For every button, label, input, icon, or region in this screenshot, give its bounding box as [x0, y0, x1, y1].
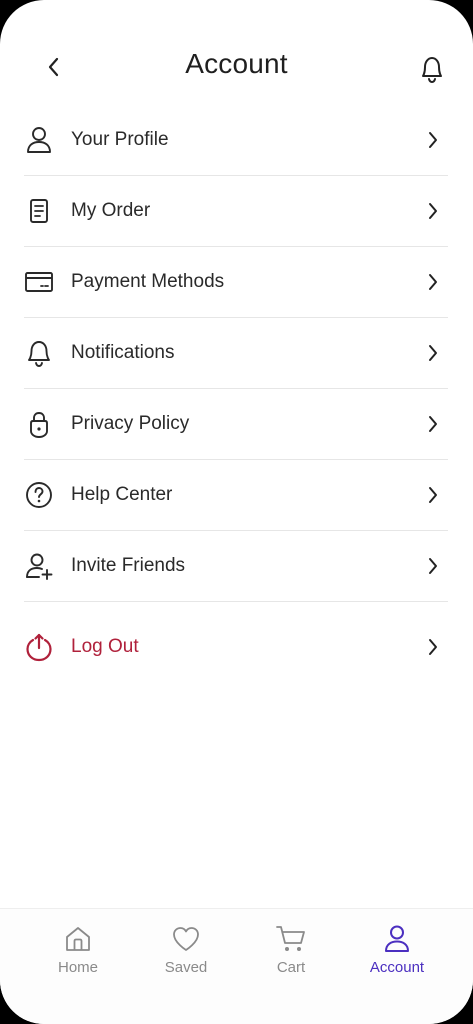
menu-item-label: Payment Methods — [71, 271, 225, 292]
user-plus-icon — [24, 551, 54, 581]
logout-button[interactable]: Log Out — [24, 612, 448, 682]
chevron-right-icon — [424, 128, 442, 152]
tab-label: Saved — [164, 959, 208, 976]
tab-label: Home — [57, 959, 98, 976]
cart-icon — [241, 923, 341, 955]
chevron-right-icon — [424, 554, 442, 578]
menu-item-label: Invite Friends — [71, 555, 186, 576]
menu-item-help-center[interactable]: Help Center — [24, 460, 448, 531]
app-header: Account — [0, 38, 473, 98]
account-menu: Your Profile My Order Payment Methods No… — [24, 105, 448, 682]
tab-home[interactable]: Home — [28, 923, 128, 983]
menu-item-label: Notifications — [71, 342, 175, 363]
bell-icon — [422, 57, 442, 84]
account-screen: Account Your Profile My Order Payment Me… — [0, 0, 473, 1024]
menu-item-my-order[interactable]: My Order — [24, 176, 448, 247]
page-title: Account — [185, 48, 288, 79]
menu-item-label: My Order — [71, 200, 151, 221]
menu-item-payment-methods[interactable]: Payment Methods — [24, 247, 448, 318]
chevron-right-icon — [424, 341, 442, 365]
chevron-right-icon — [424, 199, 442, 223]
tab-label: Account — [369, 959, 425, 976]
card-icon — [24, 267, 54, 297]
menu-item-privacy-policy[interactable]: Privacy Policy — [24, 389, 448, 460]
chevron-right-icon — [424, 270, 442, 294]
tab-cart[interactable]: Cart — [241, 923, 341, 983]
document-icon — [24, 196, 54, 226]
menu-item-your-profile[interactable]: Your Profile — [24, 105, 448, 176]
home-icon — [28, 923, 128, 955]
lock-icon — [24, 409, 54, 439]
menu-item-label: Your Profile — [71, 129, 169, 150]
tab-saved[interactable]: Saved — [136, 923, 236, 983]
heart-icon — [136, 923, 236, 955]
notifications-button[interactable] — [413, 50, 451, 88]
menu-item-label: Help Center — [71, 484, 173, 505]
logout-label: Log Out — [71, 636, 139, 657]
menu-item-notifications[interactable]: Notifications — [24, 318, 448, 389]
chevron-right-icon — [424, 635, 442, 659]
chevron-right-icon — [424, 412, 442, 436]
menu-item-invite-friends[interactable]: Invite Friends — [24, 531, 448, 602]
tab-account[interactable]: Account — [347, 923, 447, 983]
tab-label: Cart — [276, 959, 306, 976]
bell-icon — [24, 338, 54, 368]
user-icon — [24, 125, 54, 155]
chevron-right-icon — [424, 483, 442, 507]
power-icon — [24, 632, 54, 662]
help-icon — [24, 480, 54, 510]
user-icon — [347, 923, 447, 955]
menu-item-label: Privacy Policy — [71, 413, 190, 434]
bottom-tab-bar: Home Saved Cart Account — [0, 908, 473, 1024]
